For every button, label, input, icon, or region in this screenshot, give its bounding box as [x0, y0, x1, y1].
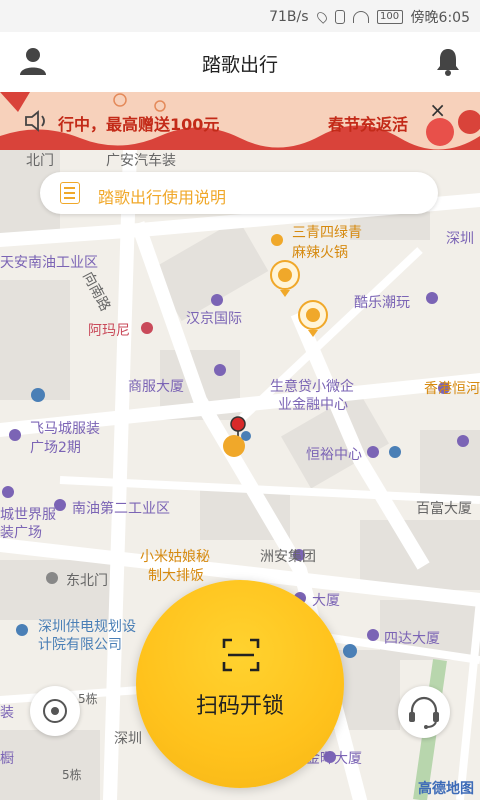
map-label: 橱	[0, 751, 14, 767]
map-label: 装广场	[0, 525, 42, 541]
map-label: 麻辣火锅	[292, 245, 348, 261]
map-label: 北门	[26, 153, 54, 169]
map-label: 深圳供电规划设	[38, 619, 136, 635]
map-label: 广场2期	[30, 440, 81, 456]
wifi-icon	[352, 11, 369, 23]
map-label: 5栋	[62, 768, 82, 782]
map-label: 制大排饭	[148, 568, 204, 584]
banner-close-button[interactable]: ×	[429, 98, 446, 122]
map-label: 计院有限公司	[38, 637, 122, 653]
map-label: 三青四绿青	[292, 225, 362, 241]
map-label: 香港恒河	[424, 381, 480, 397]
locate-icon	[43, 699, 67, 723]
map-label: 大厦	[312, 593, 340, 609]
map-label: 酷乐潮玩	[354, 295, 410, 311]
headset-icon	[409, 696, 439, 729]
map-provider-logo: 高德地图	[418, 781, 474, 797]
map-label: 广安汽车装	[106, 153, 176, 169]
map-label: 阿玛尼	[88, 323, 130, 339]
map-label: 飞马城服装	[30, 421, 100, 437]
map-label: 南油第二工业区	[72, 501, 170, 517]
scan-unlock-label: 扫码开锁	[195, 694, 284, 719]
network-speed: 71B/s	[269, 9, 309, 25]
clock: 傍晚6:05	[410, 10, 470, 26]
document-icon	[60, 182, 80, 204]
location-icon	[314, 10, 329, 24]
map-label: 四达大厦	[384, 631, 440, 647]
banner-text-right: 春节充返活	[328, 115, 409, 134]
speaker-icon	[25, 110, 45, 132]
map-label: 小米姑娘秘	[140, 549, 210, 565]
banner-text-left: 行中，最高赠送100元	[58, 115, 220, 134]
map-label: 东北门	[66, 573, 108, 589]
map-label: 5栋	[78, 692, 98, 706]
bell-icon[interactable]	[434, 46, 462, 76]
vibrate-icon	[334, 10, 345, 24]
map-label: 深圳	[114, 731, 142, 747]
customer-service-button[interactable]	[398, 686, 450, 738]
map-label: 汉京国际	[186, 311, 242, 327]
battery-icon: 100	[376, 10, 403, 24]
usage-guide-bar[interactable]: 踏歌出行使用说明	[40, 172, 438, 214]
map-label: 生意贷小微企	[270, 379, 354, 395]
scan-unlock-button[interactable]: 扫码开锁	[136, 580, 344, 788]
locate-button[interactable]	[30, 686, 80, 736]
map-label: 洲安集团	[260, 549, 316, 565]
status-bar-right: 71B/s 100 傍晚6:05	[269, 7, 470, 27]
app-header: 踏歌出行	[0, 32, 480, 93]
map-label: 深圳	[446, 231, 474, 247]
map-label: 恒裕中心	[306, 447, 362, 463]
map-label: 天安南油工业区	[0, 255, 98, 271]
map-label: 城世界服	[0, 507, 56, 523]
map-label: 百富大厦	[416, 501, 472, 517]
status-bar: 71B/s 100 傍晚6:05	[0, 0, 480, 32]
page-title: 踏歌出行	[201, 54, 278, 76]
map-label: 业金融中心	[278, 397, 348, 413]
usage-guide-text: 踏歌出行使用说明	[98, 188, 227, 207]
map-label: 装	[0, 705, 14, 721]
promo-banner[interactable]: 行中，最高赠送100元 春节充返活 ×	[0, 92, 480, 150]
map-label: 商服大厦	[128, 379, 184, 395]
scan-icon	[222, 638, 260, 672]
